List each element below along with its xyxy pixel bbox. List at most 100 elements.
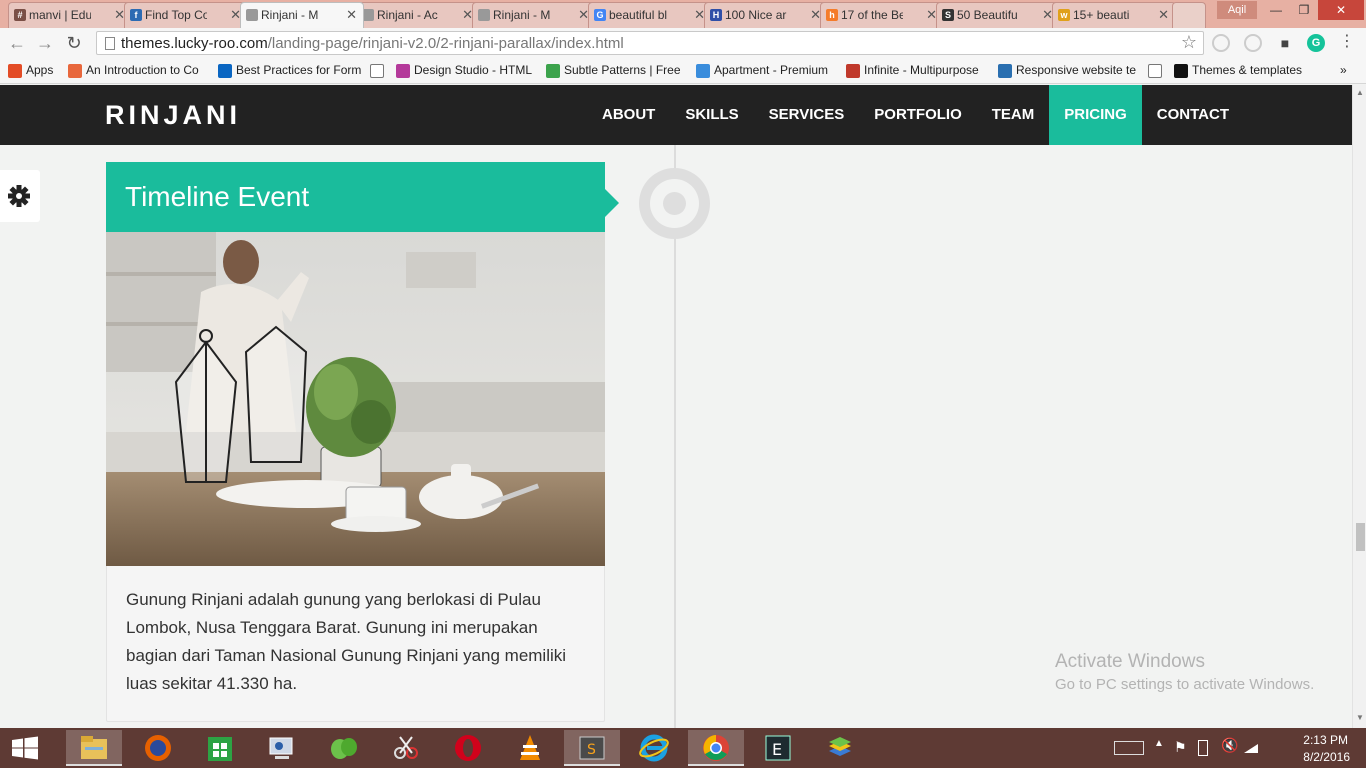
bookmark-item[interactable]: Themes & templates — [1174, 63, 1302, 78]
taskbar-chrome[interactable] — [688, 730, 744, 766]
tab-title: 100 Nice ar — [725, 8, 787, 22]
bookmarks-overflow-icon[interactable]: » — [1340, 63, 1347, 77]
address-url: themes.lucky-roo.com/landing-page/rinjan… — [121, 35, 624, 52]
scrollbar-thumb[interactable] — [1356, 523, 1365, 551]
browser-tab[interactable]: h 17 of the Be ✕ — [820, 2, 944, 28]
bookmark-icon — [1174, 64, 1188, 78]
nav-item-services[interactable]: SERVICES — [754, 85, 860, 145]
forward-button[interactable]: → — [34, 32, 56, 54]
new-tab-button[interactable] — [1172, 2, 1206, 28]
browser-tab[interactable]: Rinjani - M ✕ — [472, 2, 596, 28]
page-scrollbar[interactable]: ▲ ▼ — [1352, 85, 1366, 728]
extension-puzzle-icon[interactable]: ■ — [1276, 34, 1294, 52]
chrome-menu-icon[interactable]: ⋮ — [1338, 34, 1356, 52]
start-button[interactable] — [0, 728, 50, 768]
tab-favicon-icon: H — [710, 9, 722, 21]
nav-item-portfolio[interactable]: PORTFOLIO — [859, 85, 977, 145]
nav-item-team[interactable]: TEAM — [977, 85, 1050, 145]
minimize-button[interactable]: — — [1262, 0, 1290, 20]
browser-tab[interactable]: Rinjani - Ac ✕ — [356, 2, 480, 28]
bookmark-item[interactable]: An Introduction to Co — [68, 63, 199, 78]
browser-tab[interactable]: Gbeautiful bl ✕ — [588, 2, 712, 28]
taskbar-vlc[interactable] — [502, 730, 558, 766]
address-bar[interactable]: themes.lucky-roo.com/landing-page/rinjan… — [96, 31, 1204, 55]
bluestacks-icon — [829, 737, 851, 756]
flag-icon[interactable]: ⚑ — [1174, 739, 1187, 756]
nav-item-pricing[interactable]: PRICING — [1049, 85, 1142, 145]
scroll-up-icon[interactable]: ▲ — [1356, 88, 1364, 97]
svg-text:S: S — [587, 742, 596, 758]
bookmark-icon — [696, 64, 710, 78]
tab-close-icon[interactable]: ✕ — [346, 7, 357, 23]
browser-tab[interactable]: # manvi | Edu ✕ — [8, 2, 132, 28]
browser-tab[interactable]: H 100 Nice ar ✕ — [704, 2, 828, 28]
system-tray: ▲ ⚑ 🔇 2:13 PM 8/2/2016 — [1106, 728, 1366, 768]
bookmark-item[interactable]: Responsive website te — [998, 63, 1136, 78]
taskbar-internet-explorer[interactable] — [626, 730, 682, 766]
keyboard-icon[interactable] — [1114, 741, 1144, 755]
back-button[interactable]: ← — [6, 32, 28, 54]
bookmark-label: Design Studio - HTML — [414, 63, 533, 77]
bookmark-label: Apartment - Premium — [714, 63, 829, 77]
tab-title: Rinjani - Ac — [377, 8, 438, 22]
taskbar-sublime-text[interactable]: S — [564, 730, 620, 766]
tray-expand-icon[interactable]: ▲ — [1154, 738, 1164, 749]
clock-date[interactable]: 8/2/2016 — [1303, 750, 1350, 764]
browser-tab[interactable]: f Find Top Co ✕ — [124, 2, 248, 28]
site-menu: ABOUT SKILLS SERVICES PORTFOLIO TEAM PRICING C… — [587, 85, 1244, 145]
battery-icon[interactable] — [1198, 740, 1208, 756]
taskbar-file-explorer[interactable] — [66, 730, 122, 766]
browser-tab[interactable]: Rinjani - M ✕ — [240, 2, 364, 28]
nav-item-about[interactable]: ABOUT — [587, 85, 670, 145]
extension-refresh-icon[interactable] — [1212, 34, 1230, 52]
tab-favicon-icon — [246, 9, 258, 21]
clock-time[interactable]: 2:13 PM — [1303, 733, 1348, 747]
scroll-down-icon[interactable]: ▼ — [1356, 713, 1364, 722]
bookmark-item[interactable]: Subtle Patterns | Free — [546, 63, 681, 78]
reload-button[interactable]: ↻ — [63, 32, 85, 54]
bookmark-star-icon[interactable]: ☆ — [1181, 32, 1197, 53]
nav-item-skills[interactable]: SKILLS — [670, 85, 753, 145]
settings-widget[interactable] — [0, 170, 40, 222]
bookmark-item[interactable]: Design Studio - HTML — [396, 63, 533, 78]
profile-button[interactable]: Aqil — [1217, 1, 1257, 19]
network-signal-icon[interactable] — [1244, 744, 1258, 753]
bookmark-icon — [68, 64, 82, 78]
store-icon — [208, 737, 232, 761]
bookmark-item[interactable]: Best Practices for Form — [218, 63, 361, 78]
taskbar-store[interactable] — [192, 730, 248, 766]
volume-muted-icon[interactable]: 🔇 — [1221, 737, 1238, 754]
taskbar-bluestacks[interactable] — [812, 730, 868, 766]
nav-item-contact[interactable]: CONTACT — [1142, 85, 1244, 145]
bookmark-icon — [546, 64, 560, 78]
scissors-icon — [394, 736, 418, 759]
grammarly-icon[interactable]: G — [1307, 34, 1325, 52]
browser-tab[interactable]: w 15+ beauti ✕ — [1052, 2, 1176, 28]
browser-tab[interactable]: S 50 Beautifu ✕ — [936, 2, 1060, 28]
extension-shield-icon[interactable] — [1244, 34, 1262, 52]
taskbar-e-app[interactable]: E — [750, 730, 806, 766]
bookmark-item[interactable]: Infinite - Multipurpose — [846, 63, 979, 78]
maximize-button[interactable]: ❐ — [1290, 0, 1318, 20]
bookmark-item[interactable]: Apps — [8, 63, 53, 78]
tab-title: 15+ beauti — [1073, 8, 1130, 22]
gear-icon — [8, 185, 30, 207]
activation-watermark-title: Activate Windows — [1055, 651, 1205, 672]
taskbar-firefox[interactable] — [130, 730, 186, 766]
folder-icon — [81, 736, 107, 759]
bookmark-label: Subtle Patterns | Free — [564, 63, 681, 77]
tab-close-icon[interactable]: ✕ — [1158, 7, 1169, 23]
windows-taskbar: S E ▲ ⚑ 🔇 2:13 PM 8/2/2016 — [0, 728, 1366, 768]
taskbar-snipping-tool[interactable] — [378, 730, 434, 766]
site-logo[interactable]: RINJANI — [105, 100, 241, 131]
bookmark-icon — [846, 64, 860, 78]
timeline-event-card: Timeline Event Gunung Rinjani adalah gun… — [106, 162, 619, 722]
tab-favicon-icon — [478, 9, 490, 21]
taskbar-green-app[interactable] — [316, 730, 372, 766]
window-close-button[interactable]: ✕ — [1318, 0, 1364, 20]
bookmark-item[interactable]: Apartment - Premium — [696, 63, 829, 78]
taskbar-remote-desktop[interactable] — [254, 730, 310, 766]
taskbar-opera[interactable] — [440, 730, 496, 766]
activation-watermark-subtitle: Go to PC settings to activate Windows. — [1055, 676, 1315, 693]
tab-favicon-icon: # — [14, 9, 26, 21]
